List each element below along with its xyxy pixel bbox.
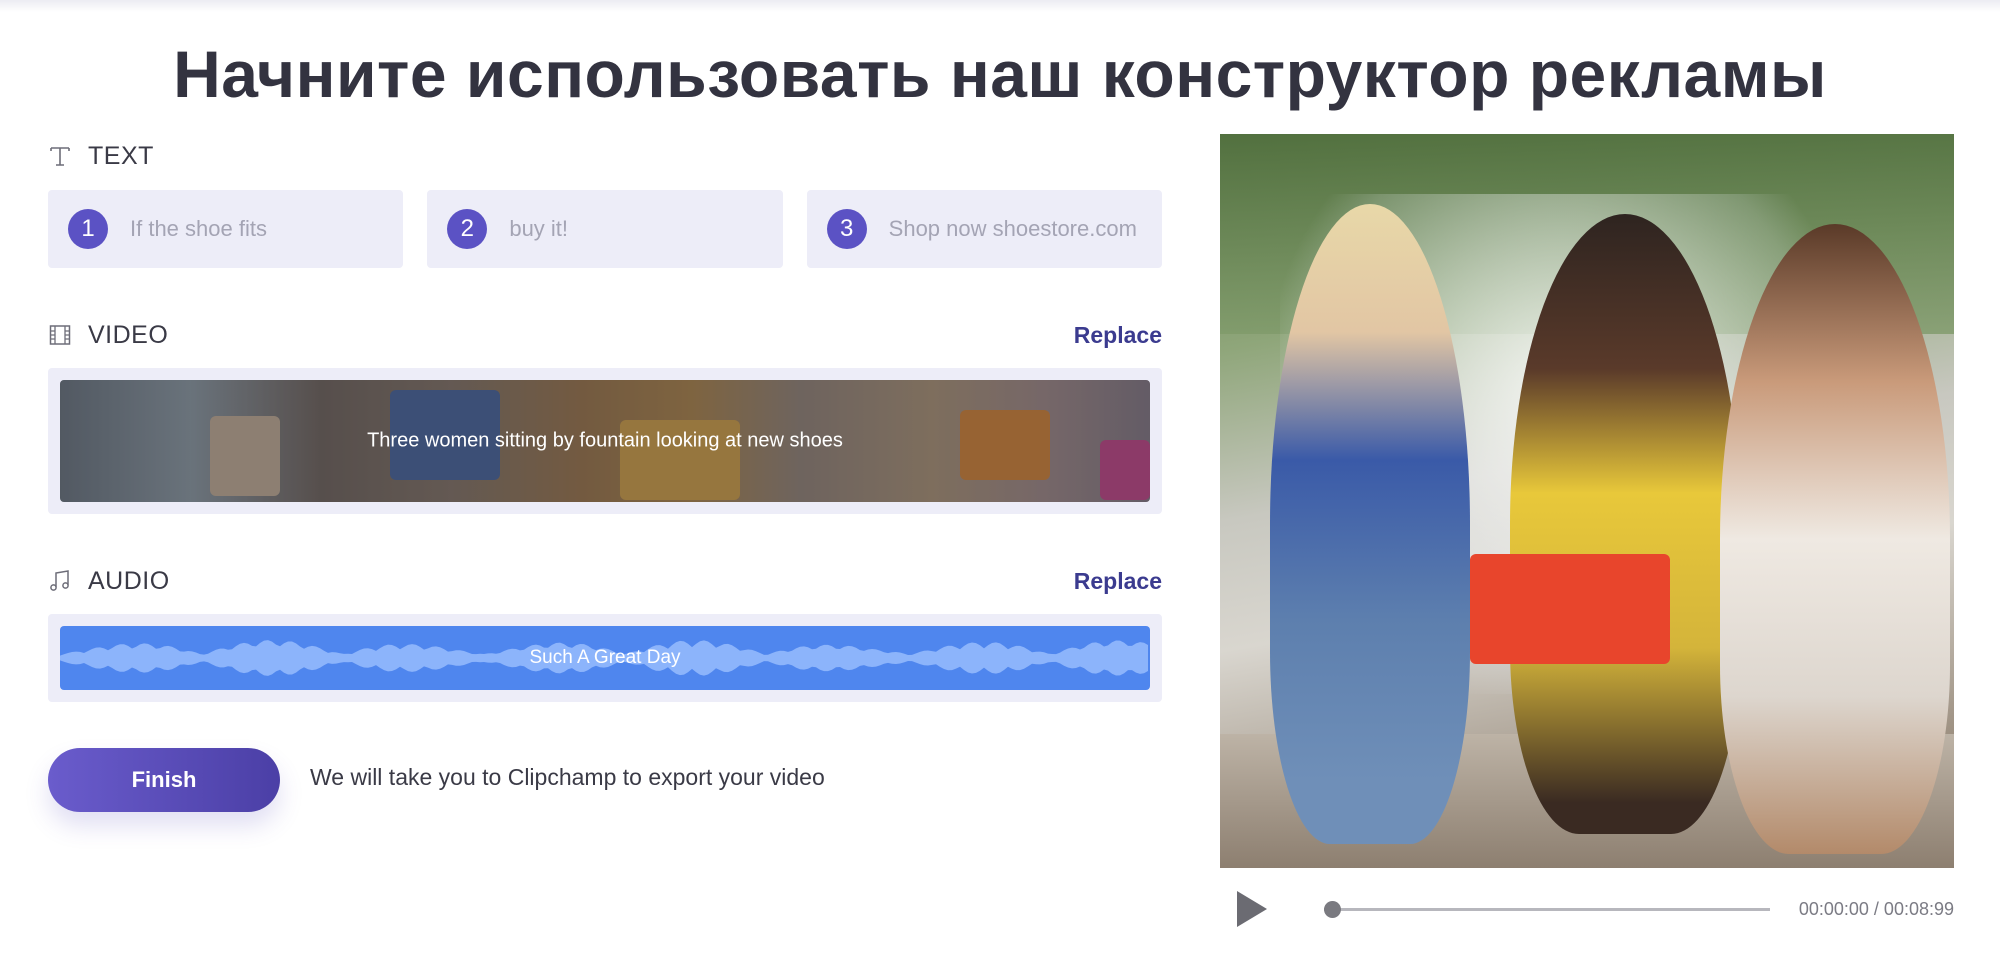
text-field-number: 1 — [68, 209, 108, 249]
audio-track-caption: Such A Great Day — [529, 647, 681, 668]
play-icon[interactable] — [1230, 887, 1274, 931]
audio-track-box: Such A Great Day — [48, 614, 1162, 702]
text-field-1[interactable]: 1 If the shoe fits — [48, 190, 404, 268]
video-player-controls: 00:00:00 / 00:08:99 — [1220, 884, 1954, 934]
music-note-icon — [48, 569, 72, 593]
page-title: Начните использовать наш конструктор рек… — [173, 37, 1827, 111]
text-section-label: TEXT — [88, 141, 154, 170]
video-clip-thumbnail[interactable]: Three women sitting by fountain looking … — [60, 380, 1150, 502]
video-clip-caption: Three women sitting by fountain looking … — [367, 429, 843, 452]
video-clip-box: Three women sitting by fountain looking … — [48, 368, 1162, 514]
finish-button[interactable]: Finish — [48, 748, 280, 812]
audio-replace-link[interactable]: Replace — [1074, 568, 1162, 595]
time-readout: 00:00:00 / 00:08:99 — [1798, 898, 1954, 919]
text-icon — [48, 144, 72, 168]
audio-section-header: AUDIO Replace — [48, 565, 1162, 597]
text-field-value[interactable]: Shop now shoestore.com — [889, 216, 1137, 242]
top-shadow — [0, 0, 2000, 12]
text-fields: 1 If the shoe fits 2 buy it! 3 Shop now … — [48, 190, 1162, 268]
preview-woman-left — [1270, 204, 1470, 844]
text-field-3[interactable]: 3 Shop now shoestore.com — [806, 190, 1162, 268]
seek-thumb[interactable] — [1324, 900, 1341, 918]
text-field-number: 3 — [826, 209, 867, 249]
text-section-header: TEXT — [48, 140, 1162, 172]
film-icon — [48, 323, 72, 347]
video-preview[interactable] — [1220, 134, 1954, 868]
preview-woman-center — [1510, 214, 1740, 834]
audio-track[interactable]: Such A Great Day — [60, 626, 1150, 690]
video-replace-link[interactable]: Replace — [1074, 322, 1162, 349]
preview-shoebox — [1470, 554, 1670, 664]
finish-note: We will take you to Clipchamp to export … — [310, 764, 825, 790]
text-field-value[interactable]: If the shoe fits — [130, 216, 267, 242]
video-section-label: VIDEO — [88, 320, 169, 349]
text-field-number: 2 — [447, 209, 488, 249]
video-section-header: VIDEO Replace — [48, 319, 1162, 351]
text-field-2[interactable]: 2 buy it! — [427, 190, 783, 268]
preview-woman-right — [1720, 224, 1950, 854]
audio-section-label: AUDIO — [88, 566, 170, 595]
seek-bar[interactable] — [1324, 900, 1770, 918]
text-field-value[interactable]: buy it! — [509, 216, 568, 242]
